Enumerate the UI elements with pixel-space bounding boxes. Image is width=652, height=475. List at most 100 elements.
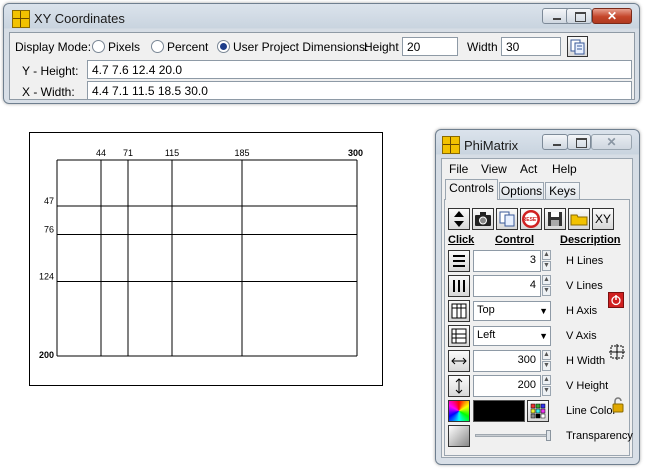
v-height-spinner[interactable]: 200 ▲ ▼	[473, 375, 553, 397]
phimatrix-app-icon	[12, 10, 30, 28]
header-description: Description	[560, 234, 621, 246]
phimatrix-title-bar[interactable]: PhiMatrix ✕	[436, 130, 639, 158]
lock-button[interactable]	[612, 397, 624, 413]
radio-user-project-dimensions[interactable]	[217, 40, 230, 53]
h-width-spinner[interactable]: 300 ▲ ▼	[473, 350, 553, 372]
save-button[interactable]	[544, 208, 566, 230]
phimatrix-maximize-button[interactable]	[567, 134, 591, 150]
h-axis-select[interactable]: Top ▼	[473, 301, 551, 321]
radio-pixels[interactable]	[92, 40, 105, 53]
transparency-slider-thumb[interactable]	[546, 430, 551, 441]
x-width-label: X - Width:	[22, 85, 75, 99]
xy-title-bar[interactable]: XY Coordinates ✕	[4, 4, 639, 32]
x-width-values[interactable]: 4.4 7.1 11.5 18.5 30.0	[87, 81, 632, 100]
copy-button[interactable]	[496, 208, 518, 230]
h-width-button[interactable]	[448, 350, 470, 372]
v-lines-spinner[interactable]: 4 ▲ ▼	[473, 275, 553, 297]
v-height-down-arrow[interactable]: ▼	[542, 386, 551, 396]
menu-file[interactable]: File	[449, 162, 468, 176]
y-tick-label: 47	[44, 196, 54, 206]
h-axis-icon	[451, 303, 467, 319]
v-height-label: V Height	[566, 380, 609, 392]
copy-icon	[570, 39, 585, 55]
x-tick-label: 300	[348, 148, 363, 158]
xy-coordinates-button[interactable]: XY	[592, 208, 614, 230]
v-lines-icon	[453, 280, 465, 292]
y-height-values[interactable]: 4.7 7.6 12.4 20.0	[87, 60, 632, 79]
v-axis-select[interactable]: Left ▼	[473, 326, 551, 346]
menu-act[interactable]: Act	[520, 162, 537, 176]
chevron-down-icon: ▼	[539, 306, 548, 316]
power-button[interactable]	[608, 292, 624, 308]
camera-button[interactable]	[472, 208, 494, 230]
y-tick-label: 76	[44, 224, 54, 234]
v-lines-button[interactable]	[448, 275, 470, 297]
phimatrix-minimize-button[interactable]	[542, 134, 568, 150]
line-color-button[interactable]	[448, 400, 470, 422]
radio-percent-label[interactable]: Percent	[167, 40, 208, 54]
h-lines-down-arrow[interactable]: ▼	[542, 261, 551, 271]
v-axis-icon	[451, 328, 467, 344]
xy-coordinates-window: XY Coordinates ✕ Display Mode: Pixels Pe…	[3, 3, 640, 104]
xy-window-title: XY Coordinates	[34, 11, 125, 26]
copy-coordinates-button[interactable]	[567, 36, 588, 57]
xy-close-button[interactable]: ✕	[592, 8, 632, 24]
h-axis-label: H Axis	[566, 305, 598, 317]
h-lines-value[interactable]: 3	[473, 250, 541, 272]
radio-percent[interactable]	[151, 40, 164, 53]
phimatrix-close-button[interactable]: ✕	[591, 134, 632, 150]
radio-user-project-label[interactable]: User Project Dimensions:	[233, 40, 368, 54]
reset-icon: RESET	[522, 210, 540, 228]
h-width-value[interactable]: 300	[473, 350, 541, 372]
v-lines-up-arrow[interactable]: ▲	[542, 275, 551, 285]
open-folder-button[interactable]	[568, 208, 590, 230]
width-input[interactable]: 30	[501, 37, 561, 56]
y-height-label: Y - Height:	[22, 64, 79, 78]
camera-icon	[475, 212, 491, 226]
horizontal-arrows-icon	[451, 357, 467, 365]
phimatrix-title: PhiMatrix	[464, 138, 519, 153]
display-mode-label: Display Mode:	[15, 40, 92, 54]
tab-controls[interactable]: Controls	[445, 179, 498, 200]
reset-button[interactable]: RESET	[520, 208, 542, 230]
h-width-up-arrow[interactable]: ▲	[542, 350, 551, 360]
h-lines-icon	[453, 255, 465, 267]
v-axis-value: Left	[477, 329, 496, 341]
color-palette-button[interactable]	[527, 400, 549, 422]
v-lines-down-arrow[interactable]: ▼	[542, 286, 551, 296]
height-input[interactable]: 20	[402, 37, 458, 56]
transparency-button[interactable]	[448, 425, 470, 447]
v-height-value[interactable]: 200	[473, 375, 541, 397]
h-axis-button[interactable]	[448, 300, 470, 322]
grid-preview-svg: 44 71 115 185 300 47 76 124 200	[39, 148, 363, 360]
tab-keys[interactable]: Keys	[545, 182, 580, 200]
v-height-up-arrow[interactable]: ▲	[542, 375, 551, 385]
move-updown-icon	[454, 211, 464, 227]
h-lines-label: H Lines	[566, 255, 604, 267]
grid-preview-canvas: 44 71 115 185 300 47 76 124 200	[29, 132, 383, 386]
h-width-down-arrow[interactable]: ▼	[542, 361, 551, 371]
h-lines-button[interactable]	[448, 250, 470, 272]
menu-view[interactable]: View	[481, 162, 507, 176]
phimatrix-client: File View Act Help Controls Options Keys…	[441, 158, 633, 458]
x-tick-label: 185	[234, 148, 249, 158]
move-updown-button[interactable]	[448, 208, 470, 230]
transparency-slider[interactable]	[475, 430, 551, 441]
v-height-button[interactable]	[448, 375, 470, 397]
grid-crosshair-icon	[609, 344, 625, 360]
vertical-arrows-icon	[455, 378, 463, 394]
v-lines-label: V Lines	[566, 280, 603, 292]
radio-pixels-label[interactable]: Pixels	[108, 40, 140, 54]
y-tick-label: 124	[39, 272, 54, 282]
grid-select-button[interactable]	[609, 344, 625, 360]
tab-options[interactable]: Options	[499, 182, 544, 200]
menu-help[interactable]: Help	[552, 162, 577, 176]
line-color-swatch[interactable]	[473, 400, 525, 422]
copy-icon	[499, 211, 515, 227]
v-axis-button[interactable]	[448, 325, 470, 347]
h-lines-up-arrow[interactable]: ▲	[542, 250, 551, 260]
v-lines-value[interactable]: 4	[473, 275, 541, 297]
header-click: Click	[448, 234, 475, 246]
xy-maximize-button[interactable]	[566, 8, 592, 24]
h-lines-spinner[interactable]: 3 ▲ ▼	[473, 250, 553, 272]
